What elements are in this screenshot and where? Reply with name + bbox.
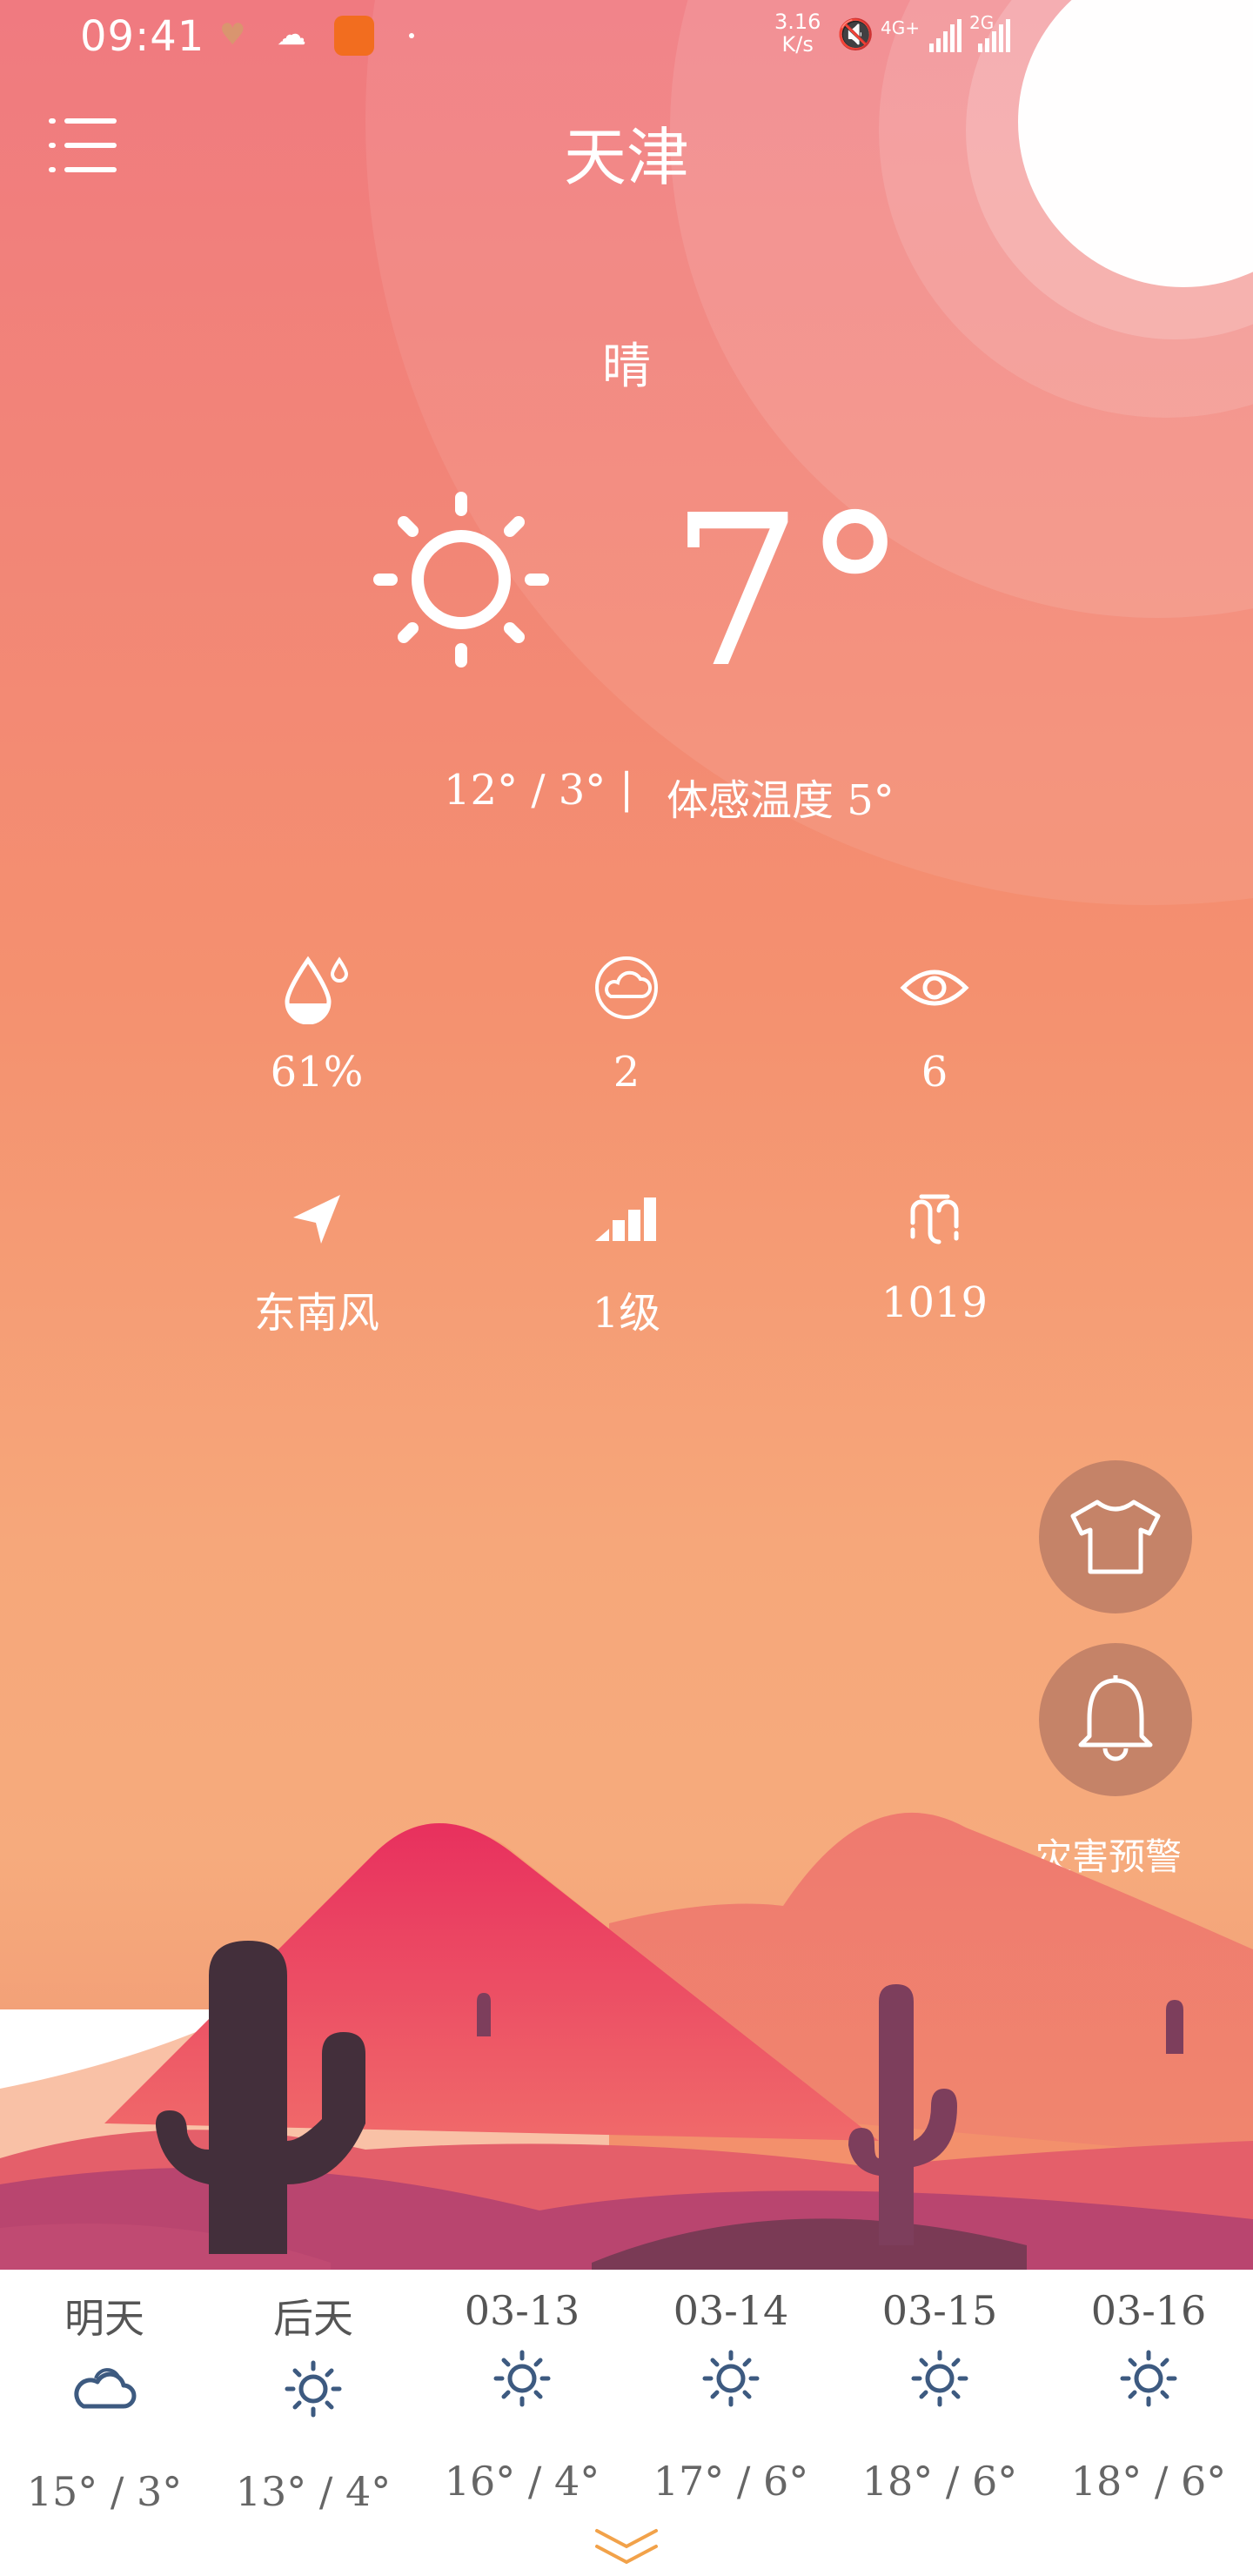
humidity-value: 61%	[270, 1048, 364, 1097]
air-quality-metric: 2	[522, 949, 731, 1097]
uc-browser-icon	[334, 16, 374, 56]
mute-icon: 🔇	[837, 17, 874, 52]
forecast-day[interactable]: 03-14 17° / 6°	[626, 2270, 835, 2505]
forecast-day[interactable]: 明天 15° / 3°	[0, 2270, 209, 2515]
forecast-day[interactable]: 03-16 18° / 6°	[1044, 2270, 1253, 2505]
menu-icon	[49, 118, 56, 124]
forecast-day-label: 03-13	[464, 2287, 580, 2334]
forecast-temperature-range: 18° / 6°	[1070, 2458, 1227, 2505]
humidity-metric: 61%	[212, 949, 421, 1097]
forecast-day-label: 03-15	[881, 2287, 998, 2334]
sunny-icon	[911, 2350, 968, 2407]
clothing-index-button[interactable]	[1039, 1460, 1192, 1613]
signal-icon-secondary	[978, 19, 1010, 52]
pressure-icon	[910, 1194, 959, 1244]
visibility-metric: 6	[830, 949, 1039, 1097]
forecast-day-label: 后天	[273, 2295, 353, 2342]
visibility-value: 6	[921, 1048, 948, 1097]
rain-cloud-icon: ☁	[277, 17, 306, 52]
forecast-temperature-range: 18° / 6°	[861, 2458, 1018, 2505]
cloudy-icon	[74, 2368, 137, 2409]
forecast-temperature-range: 13° / 4°	[235, 2468, 392, 2515]
temperature-range: 12° / 3°	[444, 766, 606, 815]
network-speed-value: 3.16	[774, 10, 821, 34]
wind-direction-value: 东南风	[253, 1289, 379, 1338]
heart-rate-icon: ♥	[219, 17, 246, 52]
sunny-icon	[702, 2350, 760, 2407]
visibility-icon	[900, 969, 969, 1006]
feels-like-temperature: 体感温度 5°	[667, 776, 895, 825]
wind-level-metric: 1级	[522, 1179, 731, 1339]
forecast-day-label: 03-14	[673, 2287, 789, 2334]
menu-button[interactable]	[49, 113, 125, 183]
status-bar: 09:41 ♥ ☁ 3.16 K/s 🔇 4G+ 2G	[0, 0, 1253, 78]
network-type-4g: 4G+	[881, 17, 920, 38]
forecast-day[interactable]: 03-15 18° / 6°	[835, 2270, 1044, 2505]
pressure-value: 1019	[881, 1278, 988, 1327]
tshirt-icon	[1070, 1499, 1161, 1574]
temperature-separator: |	[620, 764, 634, 813]
sunny-icon	[493, 2350, 551, 2407]
humidity-icon	[285, 956, 349, 1024]
sunny-icon	[285, 2360, 342, 2418]
wind-direction-icon	[293, 1195, 340, 1244]
desert-landscape-illustration	[0, 1812, 1253, 2271]
status-time: 09:41	[80, 12, 205, 61]
sunny-icon	[373, 492, 549, 667]
air-quality-icon	[595, 956, 658, 1019]
network-speed: 3.16 K/s	[774, 10, 821, 56]
signal-icon	[929, 19, 962, 52]
disaster-warning-button[interactable]	[1039, 1643, 1192, 1796]
city-title[interactable]: 天津	[452, 106, 801, 198]
air-quality-value: 2	[613, 1048, 640, 1097]
forecast-day[interactable]: 03-13 16° / 4°	[418, 2270, 626, 2505]
sunny-icon	[1120, 2350, 1177, 2407]
forecast-day[interactable]: 后天 13° / 4°	[209, 2270, 418, 2515]
pressure-metric: 1019	[830, 1179, 1039, 1327]
wind-direction-metric: 东南风	[212, 1179, 421, 1339]
forecast-temperature-range: 15° / 3°	[26, 2468, 183, 2515]
chevron-down-icon[interactable]	[592, 2524, 661, 2569]
wind-level-icon	[595, 1197, 656, 1241]
forecast-day-label: 明天	[64, 2295, 144, 2342]
forecast-temperature-range: 17° / 6°	[653, 2458, 809, 2505]
wind-level-value: 1级	[592, 1289, 661, 1338]
weather-condition: 晴	[602, 339, 651, 395]
current-temperature: 7°	[670, 470, 908, 714]
forecast-day-label: 03-16	[1090, 2287, 1207, 2334]
notification-dot-icon	[409, 33, 414, 38]
forecast-temperature-range: 16° / 4°	[444, 2458, 600, 2505]
bell-icon	[1078, 1675, 1153, 1761]
network-speed-unit: K/s	[781, 32, 814, 57]
